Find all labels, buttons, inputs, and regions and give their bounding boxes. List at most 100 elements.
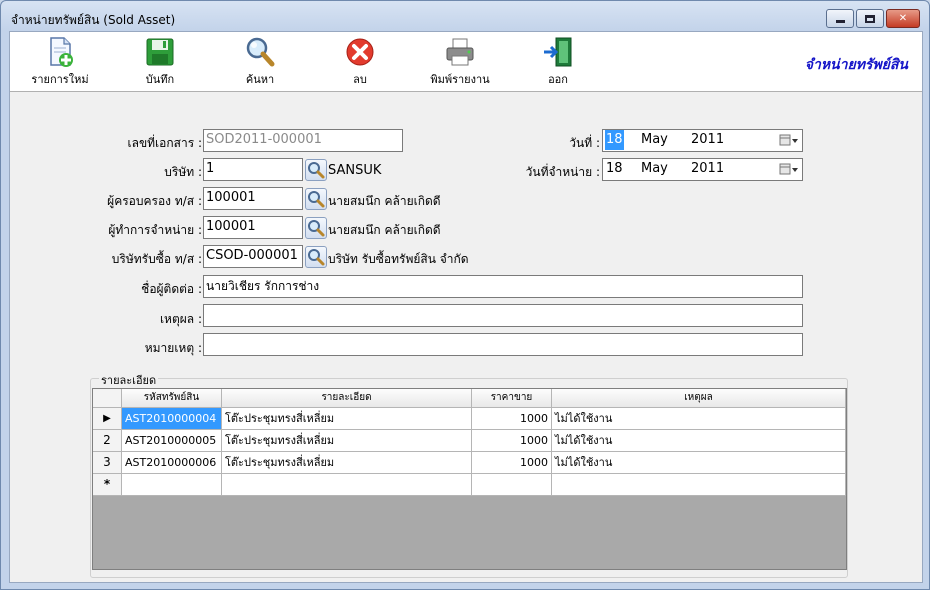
doc-no-label: เลขที่เอกสาร :	[127, 136, 202, 150]
seller-label: ผู้ทำการจำหน่าย :	[108, 223, 202, 237]
asset-code-cell[interactable]	[122, 474, 222, 496]
magnifier-icon	[308, 162, 325, 179]
table-row[interactable]: 2 AST2010000005 โต๊ะประชุมทรงสี่เหลี่ยม …	[93, 430, 846, 452]
asset-code-cell[interactable]: AST2010000006	[122, 452, 222, 474]
contact-field[interactable]: นายวิเชียร รักการช่าง	[203, 275, 803, 298]
magnifier-icon	[246, 37, 275, 67]
row-number[interactable]: 2	[93, 430, 122, 452]
client-area: รายการใหม่ บันทึก ค้นหา ลบ พิมพ์รายงาน อ…	[9, 31, 923, 583]
calendar-dropdown-icon[interactable]	[779, 133, 799, 148]
date-picker[interactable]: 18 May 2011	[602, 129, 803, 152]
col-header-reason[interactable]: เหตุผล	[552, 389, 846, 408]
title-bar[interactable]: จำหน่ายทรัพย์สิน (Sold Asset) ✕	[1, 1, 929, 31]
asset-code-cell[interactable]: AST2010000004	[122, 408, 222, 430]
save-button[interactable]: บันทึก	[138, 36, 182, 90]
exit-door-icon	[544, 37, 572, 67]
print-report-label: พิมพ์รายงาน	[430, 73, 490, 86]
company-field[interactable]: 1	[203, 158, 303, 181]
sale-price-cell[interactable]	[472, 474, 552, 496]
sold-date-label: วันที่จำหน่าย :	[525, 165, 600, 179]
sold-date-picker[interactable]: 18 May 2011	[602, 158, 803, 181]
minimize-button[interactable]	[826, 9, 854, 28]
buyer-name: บริษัท รับซื้อทรัพย์สิน จำกัด	[328, 252, 469, 266]
delete-label: ลบ	[353, 73, 367, 86]
toolbar: รายการใหม่ บันทึก ค้นหา ลบ พิมพ์รายงาน อ…	[10, 32, 922, 92]
note-label: หมายเหตุ :	[144, 341, 202, 355]
delete-button[interactable]: ลบ	[340, 36, 380, 90]
seller-name: นายสมนึก คล้ายเกิดดี	[328, 223, 441, 237]
custodian-name: นายสมนึก คล้ายเกิดดี	[328, 194, 441, 208]
custodian-label: ผู้ครอบครอง ท/ส :	[107, 194, 202, 208]
reason-label: เหตุผล :	[159, 312, 202, 326]
company-lookup-button[interactable]	[305, 159, 327, 181]
search-button[interactable]: ค้นหา	[238, 36, 282, 90]
new-row[interactable]: *	[93, 474, 846, 496]
company-label: บริษัท :	[164, 165, 202, 179]
col-header-asset-code[interactable]: รหัสทรัพย์สิน	[122, 389, 222, 408]
details-grid[interactable]: รหัสทรัพย์สิน รายละเอียด ราคาขาย เหตุผล …	[92, 388, 847, 570]
company-name: SANSUK	[328, 163, 382, 178]
sale-price-cell[interactable]: 1000	[472, 452, 552, 474]
calendar-dropdown-icon[interactable]	[779, 162, 799, 177]
print-report-button[interactable]: พิมพ์รายงาน	[422, 36, 498, 90]
note-field[interactable]	[203, 333, 803, 356]
maximize-icon	[865, 15, 875, 23]
new-record-button[interactable]: รายการใหม่	[28, 36, 92, 90]
buyer-field[interactable]: CSOD-000001	[203, 245, 303, 268]
minimize-icon	[835, 20, 845, 23]
new-row-marker[interactable]: *	[93, 474, 122, 496]
reason-cell[interactable]: ไม่ได้ใช้งาน	[552, 408, 846, 430]
table-row[interactable]: ▶ AST2010000004 โต๊ะประชุมทรงสี่เหลี่ยม …	[93, 408, 846, 430]
floppy-disk-icon	[146, 38, 174, 66]
maximize-button[interactable]	[856, 9, 884, 28]
printer-icon	[446, 38, 474, 66]
main-window: จำหน่ายทรัพย์สิน (Sold Asset) ✕ รายการให…	[0, 0, 930, 590]
sold-date-month[interactable]: May	[641, 159, 668, 179]
close-icon: ✕	[898, 13, 908, 24]
sold-date-day[interactable]: 18	[606, 159, 623, 179]
grid-header: รหัสทรัพย์สิน รายละเอียด ราคาขาย เหตุผล	[93, 389, 846, 408]
grid-corner	[93, 389, 122, 408]
table-row[interactable]: 3 AST2010000006 โต๊ะประชุมทรงสี่เหลี่ยม …	[93, 452, 846, 474]
reason-cell[interactable]	[552, 474, 846, 496]
custodian-field[interactable]: 100001	[203, 187, 303, 210]
magnifier-icon	[308, 249, 325, 266]
description-cell[interactable]	[222, 474, 472, 496]
reason-cell[interactable]: ไม่ได้ใช้งาน	[552, 430, 846, 452]
red-x-icon	[346, 38, 374, 66]
row-selector-icon[interactable]: ▶	[93, 408, 122, 430]
asset-code-cell[interactable]: AST2010000005	[122, 430, 222, 452]
description-cell[interactable]: โต๊ะประชุมทรงสี่เหลี่ยม	[222, 452, 472, 474]
description-cell[interactable]: โต๊ะประชุมทรงสี่เหลี่ยม	[222, 408, 472, 430]
sale-price-cell[interactable]: 1000	[472, 430, 552, 452]
custodian-lookup-button[interactable]	[305, 188, 327, 210]
seller-lookup-button[interactable]	[305, 217, 327, 239]
col-header-sale-price[interactable]: ราคาขาย	[472, 389, 552, 408]
seller-field[interactable]: 100001	[203, 216, 303, 239]
reason-cell[interactable]: ไม่ได้ใช้งาน	[552, 452, 846, 474]
reason-field[interactable]	[203, 304, 803, 327]
form-heading: จำหน่ายทรัพย์สิน	[804, 57, 908, 73]
close-button[interactable]: ✕	[886, 9, 920, 28]
details-group-label: รายละเอียด	[99, 371, 159, 389]
description-cell[interactable]: โต๊ะประชุมทรงสี่เหลี่ยม	[222, 430, 472, 452]
date-day[interactable]: 18	[605, 130, 624, 150]
doc-no-field[interactable]: SOD2011-000001	[203, 129, 403, 152]
contact-label: ชื่อผู้ติดต่อ :	[141, 282, 202, 296]
buyer-lookup-button[interactable]	[305, 246, 327, 268]
row-number[interactable]: 3	[93, 452, 122, 474]
sale-price-cell[interactable]: 1000	[472, 408, 552, 430]
buyer-label: บริษัทรับซื้อ ท/ส :	[111, 252, 202, 266]
sold-date-year[interactable]: 2011	[691, 159, 724, 179]
window-title: จำหน่ายทรัพย์สิน (Sold Asset)	[11, 13, 176, 27]
save-label: บันทึก	[145, 73, 175, 86]
search-label: ค้นหา	[245, 73, 275, 86]
date-month[interactable]: May	[641, 130, 668, 150]
date-label: วันที่ :	[569, 136, 600, 150]
new-record-label: รายการใหม่	[31, 73, 89, 86]
exit-button[interactable]: ออก	[538, 36, 578, 90]
date-year[interactable]: 2011	[691, 130, 724, 150]
magnifier-icon	[308, 191, 325, 208]
magnifier-icon	[308, 220, 325, 237]
col-header-description[interactable]: รายละเอียด	[222, 389, 472, 408]
